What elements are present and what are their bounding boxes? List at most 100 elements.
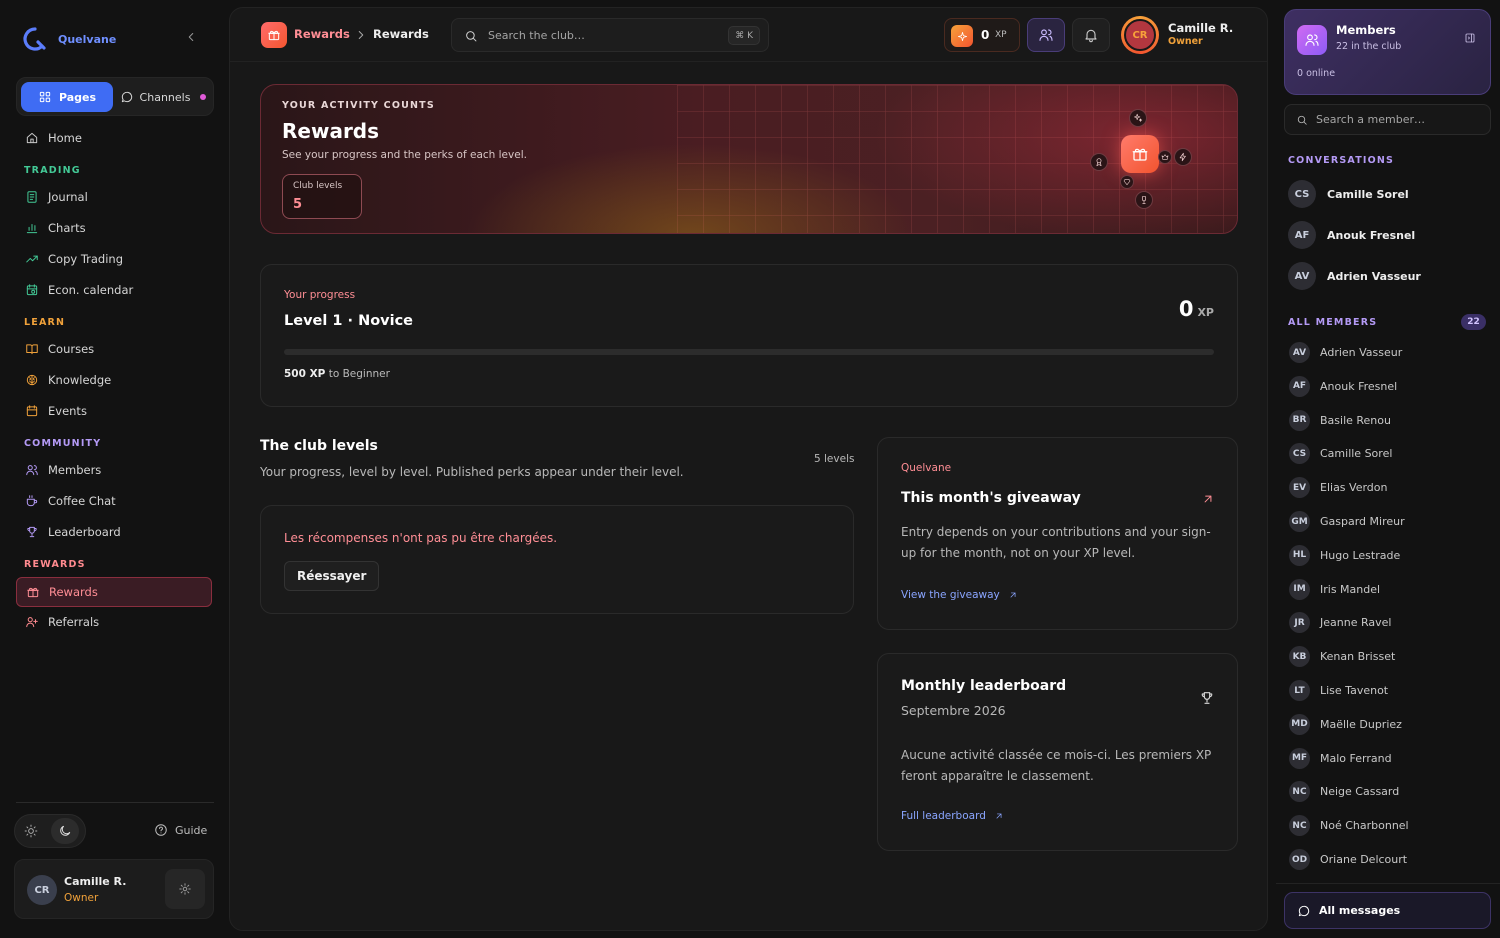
brand[interactable]: Quelvane — [22, 26, 116, 52]
member-item[interactable]: GM Gaspard Mireur — [1289, 511, 1405, 532]
all-messages-button[interactable]: All messages — [1284, 892, 1491, 929]
conversation-item[interactable]: AV Adrien Vasseur — [1288, 262, 1421, 290]
xp-badge[interactable]: 0 XP — [944, 18, 1020, 52]
collapse-members-button[interactable] — [1464, 32, 1476, 44]
hero-gift-icon — [1121, 135, 1159, 173]
settings-button[interactable] — [165, 869, 205, 909]
page-icon — [261, 22, 287, 48]
member-item[interactable]: MD Maëlle Dupriez — [1289, 713, 1402, 735]
member-name: Maëlle Dupriez — [1320, 717, 1402, 731]
sidebar-item-home[interactable]: Home — [16, 123, 212, 153]
member-item[interactable]: CS Camille Sorel — [1289, 443, 1392, 465]
member-item[interactable]: IM Iris Mandel — [1289, 578, 1380, 600]
conversation-item[interactable]: AF Anouk Fresnel — [1288, 221, 1415, 249]
avatar: EV — [1289, 477, 1310, 499]
level-progress-bar — [284, 349, 1214, 355]
all-members-count: 22 — [1461, 314, 1486, 330]
avatar: LT — [1289, 680, 1310, 701]
member-item[interactable]: AV Adrien Vasseur — [1289, 342, 1402, 363]
conversation-item[interactable]: CS Camille Sorel — [1288, 180, 1409, 208]
conversation-name: Adrien Vasseur — [1327, 269, 1421, 283]
leaderboard-title: Monthly leaderboard — [901, 678, 1067, 694]
user-avatar[interactable]: CR — [1121, 16, 1159, 54]
notifications-button[interactable] — [1072, 18, 1110, 52]
rewards-hero: YOUR ACTIVITY COUNTS Rewards See your pr… — [260, 84, 1238, 234]
xp-total-unit: XP — [1197, 306, 1214, 319]
sidebar-item-knowledge[interactable]: Knowledge — [16, 365, 212, 395]
theme-toggle[interactable] — [14, 814, 86, 848]
gift-icon — [27, 587, 39, 598]
member-item[interactable]: KB Kenan Brisset — [1289, 646, 1395, 668]
journal-icon — [27, 191, 37, 203]
member-name: Hugo Lestrade — [1320, 548, 1401, 562]
view-giveaway-label: View the giveaway — [901, 589, 1000, 601]
sidebar-item-charts[interactable]: Charts — [16, 213, 212, 243]
medal-icon — [1096, 158, 1102, 167]
section-label-trading: TRADING — [24, 165, 81, 176]
user-name: Camille R. — [64, 875, 127, 888]
giveaway-open-button[interactable] — [1201, 492, 1215, 506]
member-item[interactable]: JR Jeanne Ravel — [1289, 612, 1391, 634]
sidebar-item-label: Charts — [48, 221, 86, 235]
member-item[interactable]: LT Lise Tavenot — [1289, 680, 1388, 701]
avatar: AF — [1288, 221, 1316, 249]
dark-mode-button[interactable] — [51, 818, 79, 844]
xp-icon — [951, 25, 973, 47]
view-giveaway-link[interactable]: View the giveaway — [901, 589, 1018, 601]
calendar-icon — [26, 405, 38, 417]
full-leaderboard-link[interactable]: Full leaderboard — [901, 810, 1004, 822]
sidebar-item-journal[interactable]: Journal — [16, 182, 212, 212]
member-item[interactable]: OD Oriane Delcourt — [1289, 849, 1407, 870]
sidebar-item-leaderboard[interactable]: Leaderboard — [16, 517, 212, 547]
sidebar-item-events[interactable]: Events — [16, 396, 212, 426]
avatar: JR — [1289, 612, 1310, 634]
member-name: Basile Renou — [1320, 413, 1391, 427]
sun-icon[interactable] — [24, 824, 38, 838]
sidebar-item-referrals[interactable]: Referrals — [16, 607, 212, 637]
sidebar-item-copy-trading[interactable]: Copy Trading — [16, 244, 212, 274]
sidebar-item-label: Home — [48, 131, 82, 145]
members-header-card: Members 22 in the club 0 online — [1284, 9, 1491, 95]
chat-bubble-icon — [1298, 905, 1310, 916]
sidebar-item-coffee-chat[interactable]: Coffee Chat — [16, 486, 212, 516]
gift-icon — [1132, 148, 1148, 161]
panel-right-icon — [1465, 33, 1475, 43]
members-panel-button[interactable] — [1027, 18, 1065, 52]
guide-button[interactable]: Guide — [154, 823, 207, 837]
leaderboard-month: Septembre 2026 — [901, 703, 1006, 718]
orbit-crown-icon — [1158, 150, 1172, 164]
avatar: KB — [1289, 646, 1310, 668]
chevron-right-icon — [358, 31, 364, 39]
member-item[interactable]: NC Noé Charbonnel — [1289, 815, 1409, 837]
search-input[interactable]: Search the club… ⌘ K — [451, 18, 769, 52]
collapse-sidebar-button[interactable] — [184, 30, 198, 44]
sidebar-item-label: Events — [48, 404, 87, 418]
tab-pages[interactable]: Pages — [21, 82, 113, 112]
avatar: BR — [1289, 409, 1310, 431]
section-label-community: COMMUNITY — [24, 438, 102, 449]
member-item[interactable]: EV Elias Verdon — [1289, 477, 1387, 499]
member-item[interactable]: AF Anouk Fresnel — [1289, 375, 1397, 397]
tab-channels[interactable]: Channels — [115, 82, 211, 112]
retry-button[interactable]: Réessayer — [284, 561, 380, 591]
member-item[interactable]: BR Basile Renou — [1289, 409, 1391, 431]
member-item[interactable]: NC Neige Cassard — [1289, 781, 1399, 803]
trend-up-icon — [26, 255, 38, 263]
sidebar-item-members[interactable]: Members — [16, 455, 212, 485]
sidebar-item-econ-calendar[interactable]: Econ. calendar — [16, 275, 212, 305]
members-sidebar: Members 22 in the club 0 online Search a… — [1276, 0, 1500, 938]
member-item[interactable]: HL Hugo Lestrade — [1289, 544, 1401, 566]
levels-count: 5 levels — [814, 453, 855, 465]
member-search-input[interactable]: Search a member… — [1284, 104, 1491, 135]
sidebar-item-courses[interactable]: Courses — [16, 334, 212, 364]
sparkle-icon — [957, 31, 967, 41]
breadcrumb-section[interactable]: Rewards — [294, 27, 350, 41]
leaderboard-empty-message: Aucune activité classée ce mois-ci. Les … — [901, 748, 1212, 783]
left-sidebar: Quelvane Pages Channels Home TRADING Jou… — [0, 0, 228, 938]
current-user-card[interactable]: CR Camille R. Owner — [14, 859, 214, 919]
arrow-up-right-icon — [1204, 495, 1212, 503]
sidebar-item-rewards[interactable]: Rewards — [16, 577, 212, 607]
brain-icon — [26, 374, 38, 386]
avatar: OD — [1289, 849, 1310, 870]
member-item[interactable]: MF Malo Ferrand — [1289, 747, 1392, 769]
